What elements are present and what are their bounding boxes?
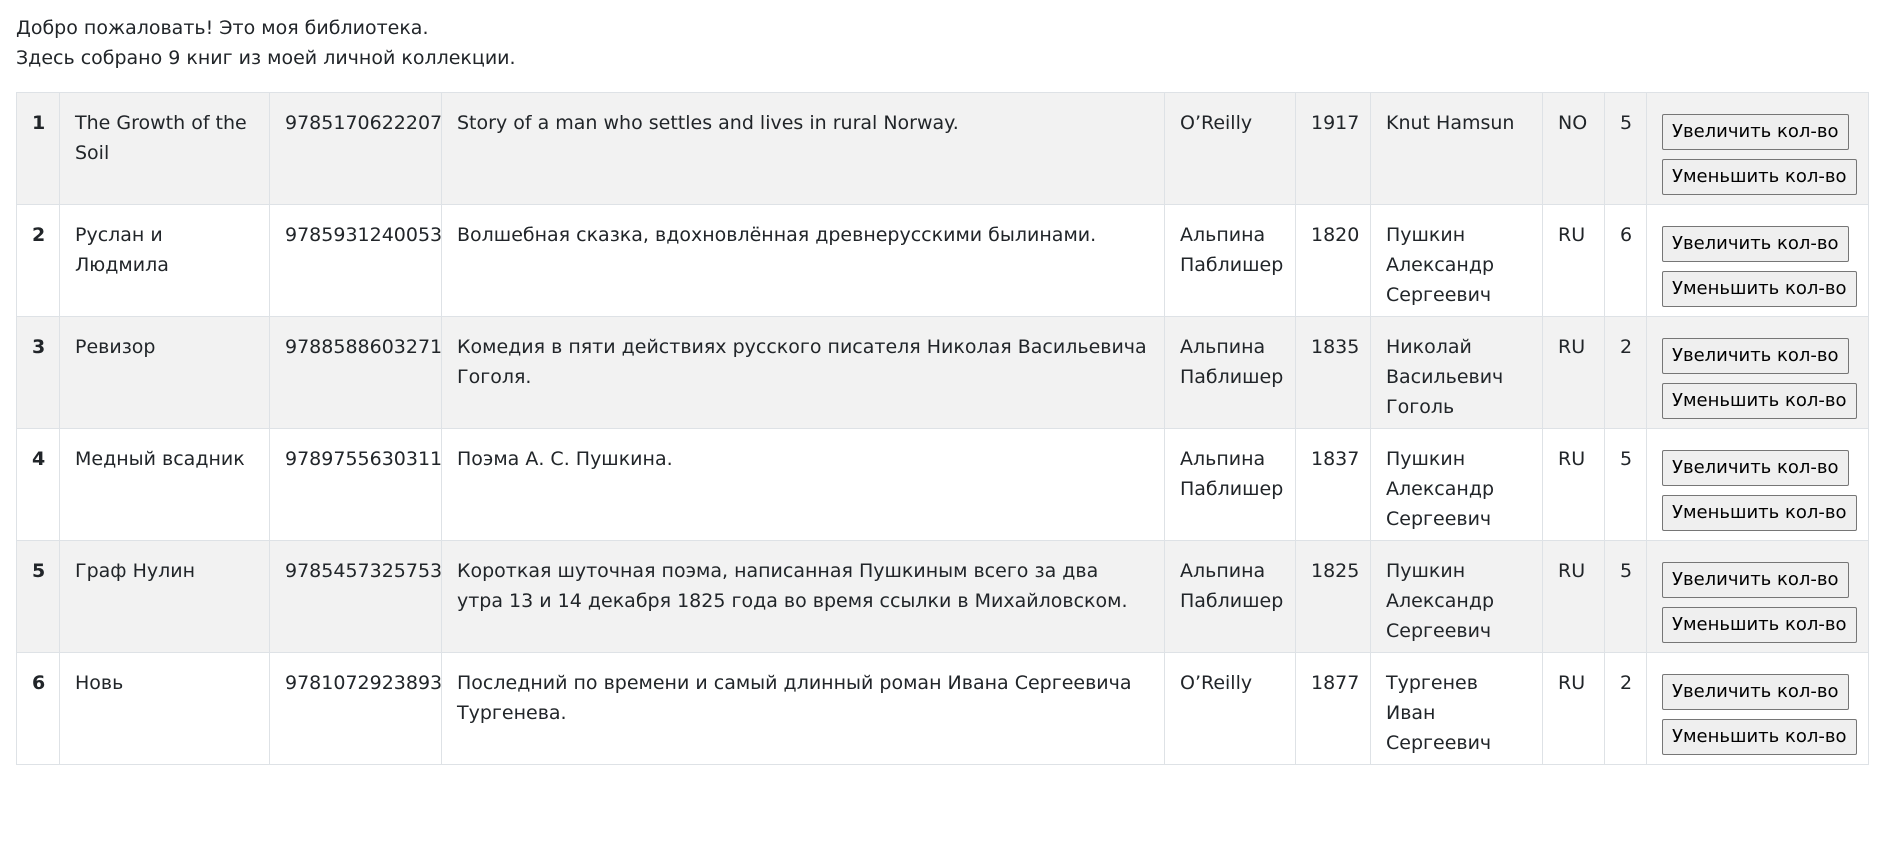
book-title: Медный всадник bbox=[59, 428, 270, 541]
book-description: Последний по времени и самый длинный ром… bbox=[441, 652, 1165, 765]
book-year: 1825 bbox=[1295, 540, 1371, 653]
book-isbn: 9785170622207 bbox=[269, 92, 442, 205]
book-title: Граф Нулин bbox=[59, 540, 270, 653]
table-row: 4 Медный всадник 9789755630311 Поэма А. С. … bbox=[16, 428, 1869, 541]
book-number: 2 bbox=[16, 204, 60, 317]
book-year: 1835 bbox=[1295, 316, 1371, 429]
book-number: 6 bbox=[16, 652, 60, 765]
book-number: 4 bbox=[16, 428, 60, 541]
book-description: Story of a man who settles and lives in … bbox=[441, 92, 1165, 205]
book-isbn: 9788588603271 bbox=[269, 316, 442, 429]
book-isbn: 9781072923893 bbox=[269, 652, 442, 765]
book-author: Пушкин Александр Сергеевич bbox=[1370, 428, 1543, 541]
book-actions: Увеличить кол-во Уменьшить кол-во bbox=[1646, 92, 1869, 205]
book-publisher: Альпина Паблишер bbox=[1164, 204, 1296, 317]
increase-quantity-button[interactable]: Увеличить кол-во bbox=[1662, 226, 1849, 262]
decrease-quantity-button[interactable]: Уменьшить кол-во bbox=[1662, 159, 1857, 195]
book-actions: Увеличить кол-во Уменьшить кол-во bbox=[1646, 316, 1869, 429]
book-quantity: 5 bbox=[1604, 428, 1647, 541]
book-publisher: Альпина Паблишер bbox=[1164, 428, 1296, 541]
collection-info-line: Здесь собрано 9 книг из моей личной колл… bbox=[16, 47, 516, 69]
increase-quantity-button[interactable]: Увеличить кол-во bbox=[1662, 674, 1849, 710]
book-number: 3 bbox=[16, 316, 60, 429]
increase-quantity-button[interactable]: Увеличить кол-во bbox=[1662, 450, 1849, 486]
book-author: Пушкин Александр Сергеевич bbox=[1370, 540, 1543, 653]
book-description: Волшебная сказка, вдохновлённая древнеру… bbox=[441, 204, 1165, 317]
decrease-quantity-button[interactable]: Уменьшить кол-во bbox=[1662, 271, 1857, 307]
decrease-quantity-button[interactable]: Уменьшить кол-во bbox=[1662, 607, 1857, 643]
decrease-quantity-button[interactable]: Уменьшить кол-во bbox=[1662, 495, 1857, 531]
book-actions: Увеличить кол-во Уменьшить кол-во bbox=[1646, 204, 1869, 317]
book-quantity: 2 bbox=[1604, 316, 1647, 429]
decrease-quantity-button[interactable]: Уменьшить кол-во bbox=[1662, 383, 1857, 419]
book-language: RU bbox=[1542, 316, 1605, 429]
table-row: 2 Руслан и Людмила 9785931240053 Волшебная … bbox=[16, 204, 1869, 317]
book-description: Короткая шуточная поэма, написанная Пушк… bbox=[441, 540, 1165, 653]
book-quantity: 5 bbox=[1604, 92, 1647, 205]
increase-quantity-button[interactable]: Увеличить кол-во bbox=[1662, 338, 1849, 374]
book-author: Тургенев Иван Сергеевич bbox=[1370, 652, 1543, 765]
table-row: 3 Ревизор 9788588603271 Комедия в пяти дейс… bbox=[16, 316, 1869, 429]
book-year: 1877 bbox=[1295, 652, 1371, 765]
book-publisher: Альпина Паблишер bbox=[1164, 316, 1296, 429]
book-actions: Увеличить кол-во Уменьшить кол-во bbox=[1646, 540, 1869, 653]
decrease-quantity-button[interactable]: Уменьшить кол-во bbox=[1662, 719, 1857, 755]
book-actions: Увеличить кол-во Уменьшить кол-во bbox=[1646, 652, 1869, 765]
book-title: The Growth of the Soil bbox=[59, 92, 270, 205]
book-quantity: 6 bbox=[1604, 204, 1647, 317]
table-row: 6 Новь 9781072923893 Последний по времени и… bbox=[16, 652, 1869, 765]
book-description: Комедия в пяти действиях русского писате… bbox=[441, 316, 1165, 429]
book-language: RU bbox=[1542, 204, 1605, 317]
book-isbn: 9785931240053 bbox=[269, 204, 442, 317]
book-title: Руслан и Людмила bbox=[59, 204, 270, 317]
book-author: Knut Hamsun bbox=[1370, 92, 1543, 205]
table-row: 1 The Growth of the Soil 9785170622207 Stor… bbox=[16, 92, 1869, 205]
book-isbn: 9785457325753 bbox=[269, 540, 442, 653]
book-year: 1837 bbox=[1295, 428, 1371, 541]
table-row: 5 Граф Нулин 9785457325753 Короткая шуточна… bbox=[16, 540, 1869, 653]
book-year: 1917 bbox=[1295, 92, 1371, 205]
book-language: RU bbox=[1542, 652, 1605, 765]
book-language: RU bbox=[1542, 428, 1605, 541]
book-publisher: O’Reilly bbox=[1164, 652, 1296, 765]
increase-quantity-button[interactable]: Увеличить кол-во bbox=[1662, 562, 1849, 598]
book-language: NO bbox=[1542, 92, 1605, 205]
book-quantity: 2 bbox=[1604, 652, 1647, 765]
book-actions: Увеличить кол-во Уменьшить кол-во bbox=[1646, 428, 1869, 541]
book-number: 1 bbox=[16, 92, 60, 205]
book-isbn: 9789755630311 bbox=[269, 428, 442, 541]
book-publisher: Альпина Паблишер bbox=[1164, 540, 1296, 653]
books-table: 1 The Growth of the Soil 9785170622207 Stor… bbox=[16, 92, 1869, 765]
book-title: Ревизор bbox=[59, 316, 270, 429]
book-publisher: O’Reilly bbox=[1164, 92, 1296, 205]
book-year: 1820 bbox=[1295, 204, 1371, 317]
book-number: 5 bbox=[16, 540, 60, 653]
book-language: RU bbox=[1542, 540, 1605, 653]
book-description: Поэма А. С. Пушкина. bbox=[441, 428, 1165, 541]
welcome-line: Добро пожаловать! Это моя библиотека. bbox=[16, 17, 429, 39]
book-title: Новь bbox=[59, 652, 270, 765]
increase-quantity-button[interactable]: Увеличить кол-во bbox=[1662, 114, 1849, 150]
book-author: Николай Васильевич Гоголь bbox=[1370, 316, 1543, 429]
intro-text: Добро пожаловать! Это моя библиотека. Зд… bbox=[16, 13, 516, 73]
book-author: Пушкин Александр Сергеевич bbox=[1370, 204, 1543, 317]
book-quantity: 5 bbox=[1604, 540, 1647, 653]
